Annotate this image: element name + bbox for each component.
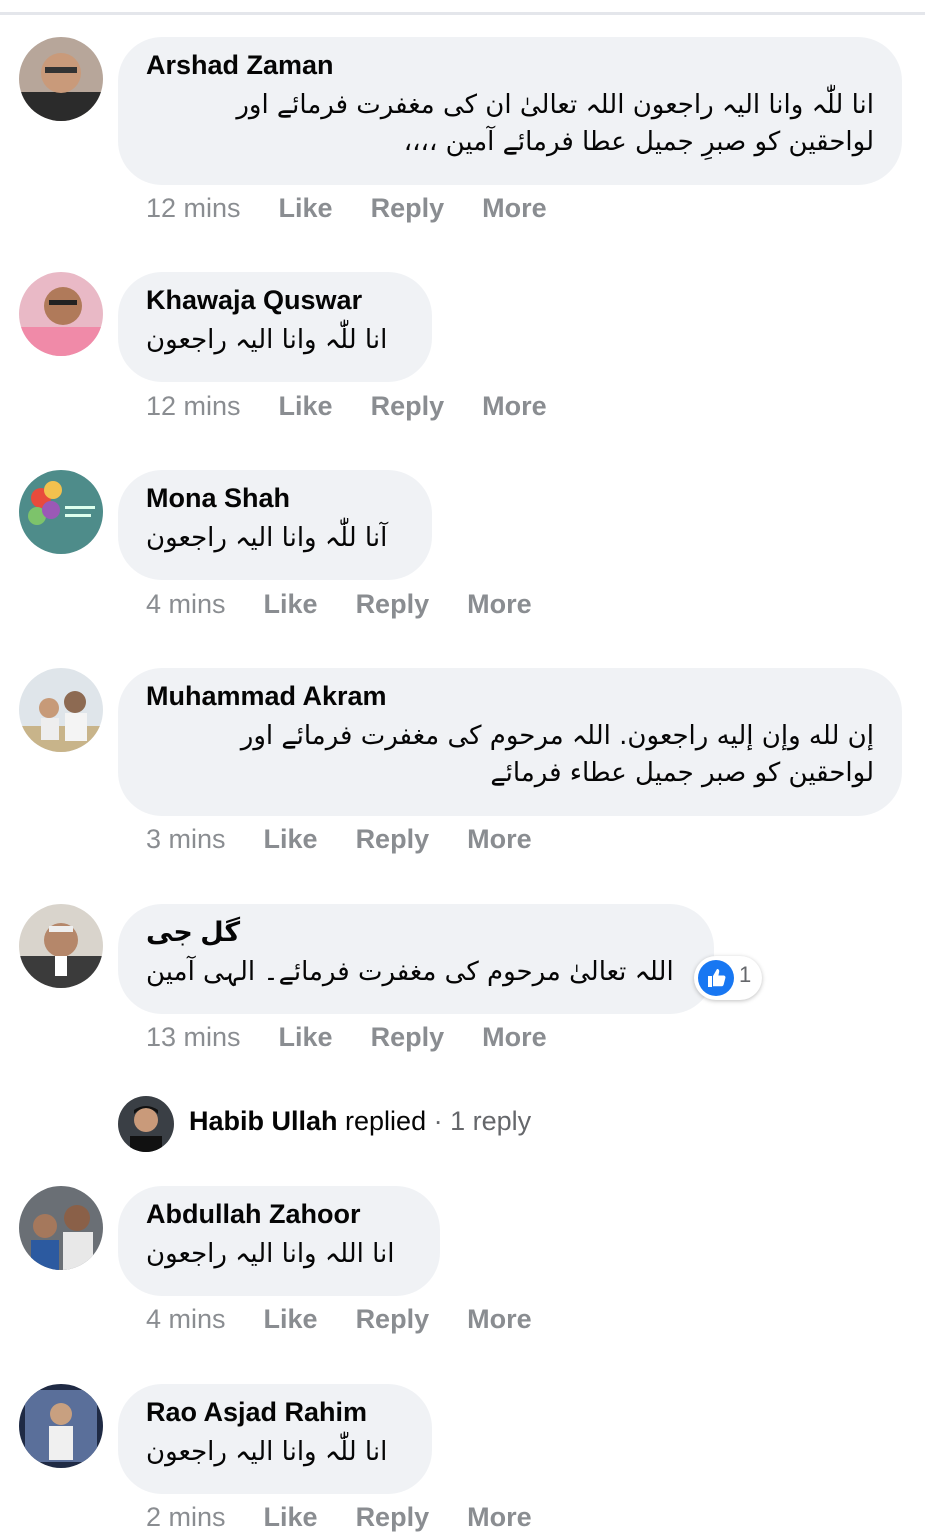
- comment-text-line: اللہ تعالیٰ مرحوم کی مغفرت فرمائے۔ الہی …: [146, 957, 674, 987]
- avatar[interactable]: [19, 272, 103, 356]
- like-button[interactable]: Like: [264, 1304, 318, 1335]
- reply-button[interactable]: Reply: [356, 824, 430, 855]
- reply-separator: ·: [433, 1106, 443, 1136]
- avatar[interactable]: [19, 37, 103, 121]
- comment-bubble: Abdullah Zahoor انا اللہ وانا الیہ راجعو…: [118, 1186, 440, 1296]
- comment-bubble: Khawaja Quswar انا للّٰہ وانا الیہ راجعو…: [118, 272, 432, 382]
- more-button[interactable]: More: [467, 824, 532, 855]
- comment-time[interactable]: 13 mins: [146, 1022, 241, 1053]
- more-button[interactable]: More: [482, 193, 547, 224]
- comment-bubble: Muhammad Akram إن لله وإن إليه راجعون. ا…: [118, 668, 902, 816]
- comment-text-line: انا للّٰہ وانا الیہ راجعون: [146, 325, 388, 355]
- avatar[interactable]: [19, 904, 103, 988]
- like-button[interactable]: Like: [264, 824, 318, 855]
- avatar[interactable]: [19, 1384, 103, 1468]
- comment-author[interactable]: Abdullah Zahoor: [146, 1198, 412, 1230]
- comment-actions: 12 mins Like Reply More: [146, 391, 585, 423]
- more-button[interactable]: More: [482, 391, 547, 422]
- comment-text-line: انا للّٰہ وانا الیہ راجعون: [146, 1437, 388, 1467]
- reply-button[interactable]: Reply: [356, 1304, 430, 1335]
- comment-author[interactable]: Mona Shah: [146, 482, 404, 514]
- more-button[interactable]: More: [467, 589, 532, 620]
- thumbs-up-icon: [698, 960, 734, 996]
- comment-actions: 3 mins Like Reply More: [146, 824, 570, 856]
- like-button[interactable]: Like: [279, 1022, 333, 1053]
- comment-text-line: آنا للّٰہ وانا الیہ راجعون: [146, 523, 388, 553]
- avatar[interactable]: [19, 1186, 103, 1270]
- comment-author[interactable]: Muhammad Akram: [146, 680, 874, 712]
- like-button[interactable]: Like: [279, 391, 333, 422]
- reaction-badge[interactable]: 1: [694, 956, 762, 1000]
- comment-author[interactable]: گل جی: [146, 916, 686, 948]
- comment-time[interactable]: 2 mins: [146, 1502, 226, 1533]
- reply-action: replied: [345, 1106, 427, 1136]
- comment-bubble: گل جی اللہ تعالیٰ مرحوم کی مغفرت فرمائے۔…: [118, 904, 714, 1014]
- reply-count: 1 reply: [450, 1106, 532, 1136]
- reaction-count: 1: [739, 962, 752, 987]
- comment-author[interactable]: Rao Asjad Rahim: [146, 1396, 404, 1428]
- like-button[interactable]: Like: [279, 193, 333, 224]
- comment-bubble: Mona Shah آنا للّٰہ وانا الیہ راجعون: [118, 470, 432, 580]
- comment-text-line: انا اللہ وانا الیہ راجعون: [146, 1239, 395, 1269]
- comment-actions: 4 mins Like Reply More: [146, 589, 570, 621]
- comment-time[interactable]: 12 mins: [146, 193, 241, 224]
- more-button[interactable]: More: [467, 1304, 532, 1335]
- comment-time[interactable]: 4 mins: [146, 589, 226, 620]
- comment-bubble: Rao Asjad Rahim انا للّٰہ وانا الیہ راجع…: [118, 1384, 432, 1494]
- avatar[interactable]: [19, 668, 103, 752]
- comment-actions: 12 mins Like Reply More: [146, 193, 585, 225]
- reply-author: Habib Ullah: [189, 1106, 338, 1136]
- comment-text-line: انا للّٰہ وانا الیہ راجعون اللہ تعالیٰ ا…: [236, 90, 874, 120]
- comment-time[interactable]: 3 mins: [146, 824, 226, 855]
- avatar: [118, 1096, 174, 1152]
- comment-text-line: لواحقین کو صبرِ جمیل عطا فرمائے آمین ،،،…: [403, 127, 874, 157]
- comment-actions: 4 mins Like Reply More: [146, 1304, 570, 1336]
- comment-author[interactable]: Arshad Zaman: [146, 49, 874, 81]
- comment-bubble: Arshad Zaman انا للّٰہ وانا الیہ راجعون …: [118, 37, 902, 185]
- comment-text-line: إن لله وإن إليه راجعون. اللہ مرحوم کی مغ…: [240, 721, 874, 751]
- comment-author[interactable]: Khawaja Quswar: [146, 284, 404, 316]
- comment-actions: 2 mins Like Reply More: [146, 1502, 570, 1534]
- top-divider: [0, 12, 925, 15]
- comment-time[interactable]: 4 mins: [146, 1304, 226, 1335]
- reply-summary: Habib Ullah replied · 1 reply: [189, 1106, 531, 1137]
- reply-button[interactable]: Reply: [371, 391, 445, 422]
- more-button[interactable]: More: [467, 1502, 532, 1533]
- reply-button[interactable]: Reply: [356, 589, 430, 620]
- comment-time[interactable]: 12 mins: [146, 391, 241, 422]
- like-button[interactable]: Like: [264, 1502, 318, 1533]
- more-button[interactable]: More: [482, 1022, 547, 1053]
- reply-button[interactable]: Reply: [371, 193, 445, 224]
- reply-button[interactable]: Reply: [371, 1022, 445, 1053]
- comment-text-line: لواحقین کو صبر جمیل عطاء فرمائے: [490, 758, 874, 788]
- avatar[interactable]: [19, 470, 103, 554]
- comment-actions: 13 mins Like Reply More: [146, 1022, 585, 1054]
- reply-button[interactable]: Reply: [356, 1502, 430, 1533]
- like-button[interactable]: Like: [264, 589, 318, 620]
